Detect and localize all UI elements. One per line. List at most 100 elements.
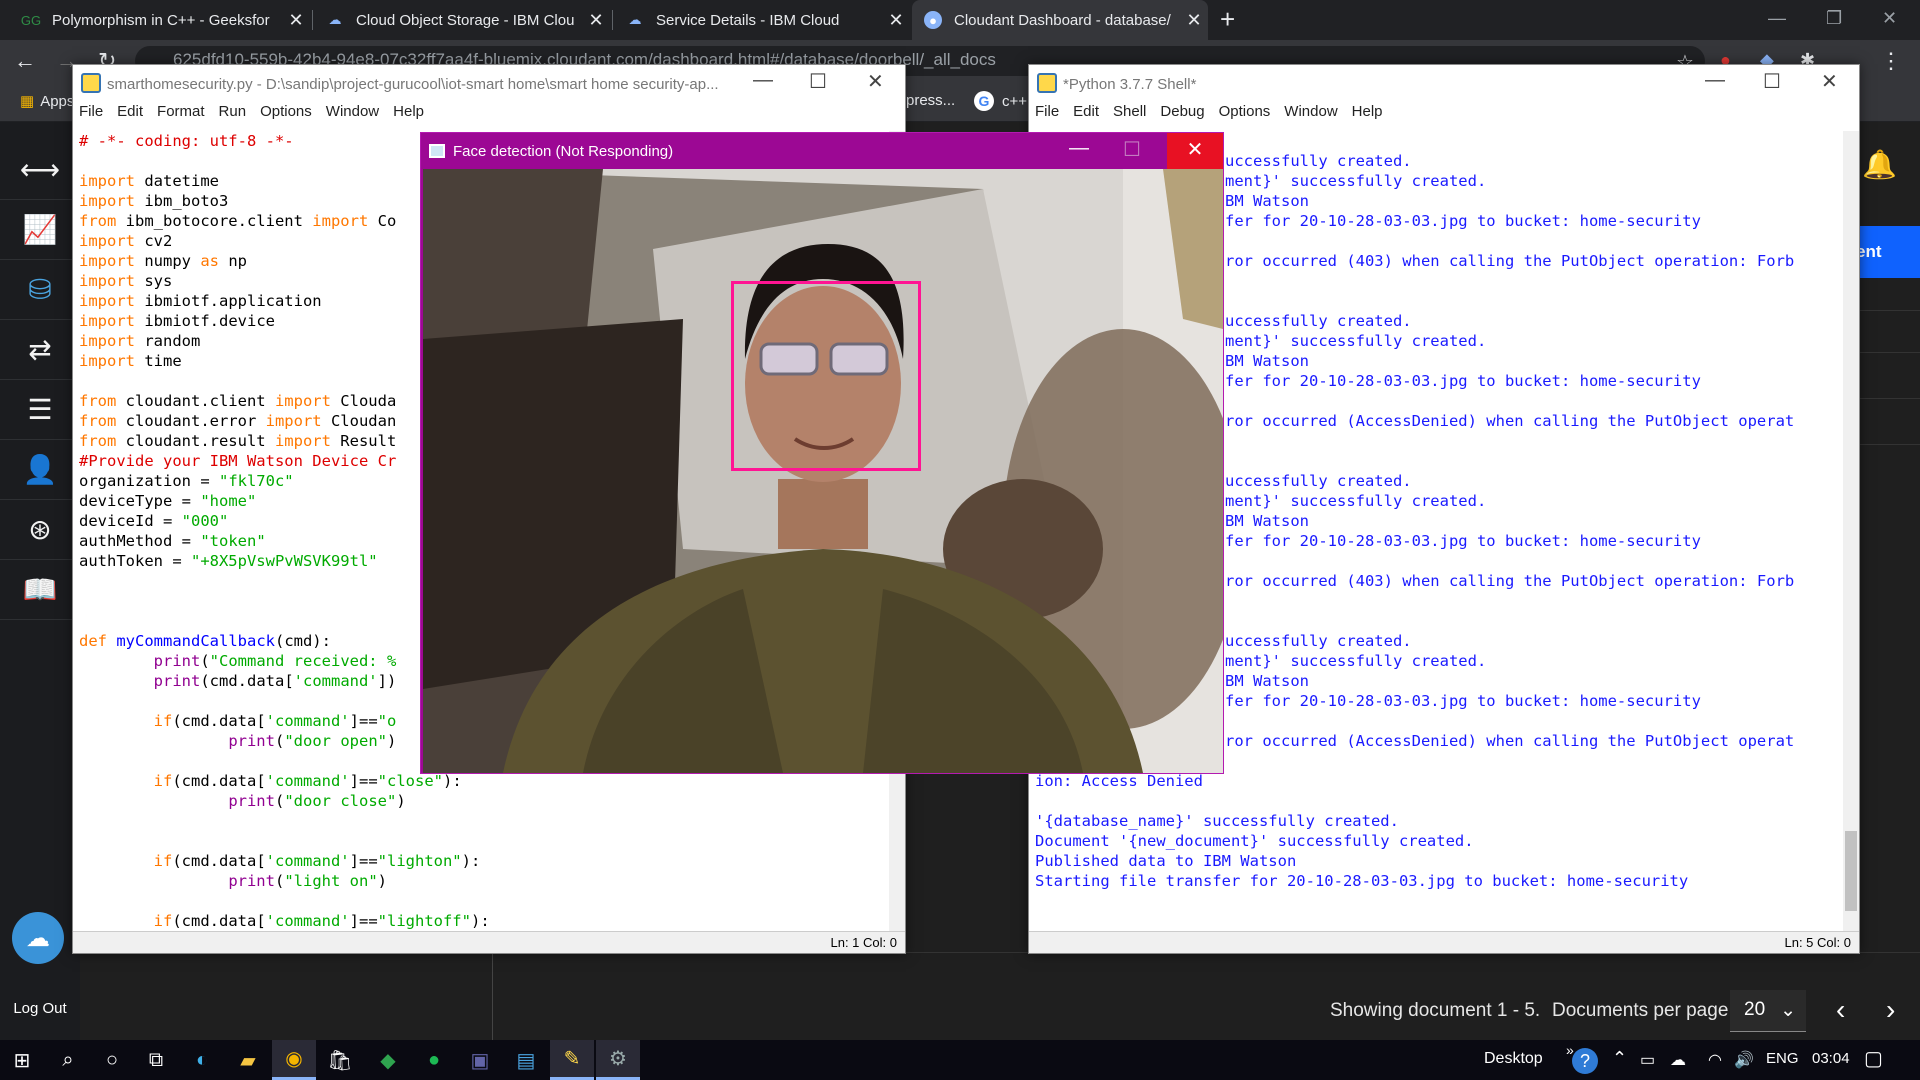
per-page-value: 20 (1744, 999, 1766, 1020)
task-view-icon[interactable]: ⧉ (134, 1040, 178, 1080)
idle-icon[interactable]: ✎ (550, 1040, 594, 1080)
menu-window[interactable]: Window (1284, 103, 1337, 129)
minimize-icon[interactable]: — (753, 69, 773, 92)
sidebar-expand-icon[interactable]: ⟷ (0, 140, 80, 200)
menu-file[interactable]: File (79, 103, 103, 129)
tab-service-details[interactable]: ☁ Service Details - IBM Cloud ✕ (614, 0, 910, 40)
tab-title: Service Details - IBM Cloud (656, 11, 840, 29)
back-icon[interactable]: ← (14, 48, 36, 74)
chevron-up-icon[interactable]: ⌃ (1612, 1048, 1627, 1069)
maximize-icon[interactable]: ☐ (809, 69, 827, 94)
tab-cloudant-dashboard[interactable]: ● Cloudant Dashboard - database/ ✕ (912, 0, 1208, 40)
volume-icon[interactable]: 🔊 (1734, 1050, 1754, 1070)
app-icon[interactable]: ◆ (366, 1040, 410, 1080)
close-tab-icon[interactable]: ✕ (582, 10, 610, 31)
notifications-icon[interactable]: ▢ (1864, 1046, 1883, 1071)
chrome-icon[interactable]: ◉ (272, 1040, 316, 1080)
close-icon[interactable]: ✕ (1821, 69, 1838, 94)
webcam-image (423, 169, 1223, 773)
per-page-select[interactable]: 20 ⌄ (1730, 990, 1806, 1032)
shell-title-bar[interactable]: *Python 3.7.7 Shell* (1029, 65, 1859, 103)
apps-bookmark[interactable]: ▦ Apps (20, 92, 74, 111)
edge-icon[interactable]: ◐ (180, 1040, 224, 1080)
next-page-icon[interactable]: › (1886, 994, 1895, 1026)
python-icon[interactable]: ⚙ (596, 1040, 640, 1080)
clock[interactable]: 03:04 (1812, 1050, 1850, 1067)
app-icon[interactable]: ▤ (504, 1040, 548, 1080)
webcam-frame (423, 169, 1223, 773)
menu-file[interactable]: File (1035, 103, 1059, 129)
editor-title-bar[interactable]: smarthomesecurity.py - D:\sandip\project… (73, 65, 905, 103)
menu-edit[interactable]: Edit (117, 103, 143, 129)
cortana-icon[interactable]: ○ (90, 1040, 134, 1080)
replication-icon[interactable]: ⇄ (0, 320, 80, 380)
language-indicator[interactable]: ENG (1766, 1050, 1799, 1067)
close-icon[interactable]: ✕ (1167, 133, 1223, 169)
editor-status-bar: Ln: 1 Col: 0 (73, 931, 905, 953)
menu-shell[interactable]: Shell (1113, 103, 1146, 129)
bookmark-express[interactable]: press... (906, 92, 955, 109)
minimize-icon[interactable]: — (1768, 8, 1786, 29)
shell-output-tail[interactable]: ion: Access Denied '{database_name}' suc… (1035, 771, 1688, 891)
file-explorer-icon[interactable]: ▰ (226, 1040, 270, 1080)
start-icon[interactable]: ⊞ (0, 1040, 44, 1080)
shell-line: ment}' successfully created. (1225, 332, 1487, 350)
close-tab-icon[interactable]: ✕ (1180, 10, 1208, 31)
cloudant-footer (80, 952, 1920, 1040)
desktop-toolbar-label[interactable]: Desktop (1484, 1050, 1543, 1068)
menu-options[interactable]: Options (260, 103, 312, 129)
previous-page-icon[interactable]: ‹ (1836, 994, 1845, 1026)
tab-geeksforgeeks[interactable]: GG Polymorphism in C++ - Geeksfor ✕ (10, 0, 310, 40)
close-tab-icon[interactable]: ✕ (882, 10, 910, 31)
menu-options[interactable]: Options (1219, 103, 1271, 129)
search-icon[interactable]: ⌕ (46, 1040, 90, 1080)
shell-line: uccessfully created. (1225, 632, 1412, 650)
shell-output-area[interactable]: uccessfully created. ment}' successfully … (1225, 131, 1794, 751)
minimize-icon[interactable]: — (1705, 69, 1725, 92)
shell-line: ror occurred (AccessDenied) when calling… (1225, 732, 1795, 750)
new-tab-icon[interactable]: + (1220, 4, 1235, 35)
shell-line: fer for 20-10-28-03-03.jpg to bucket: ho… (1225, 212, 1701, 230)
battery-icon[interactable]: ▭ (1640, 1050, 1655, 1070)
cloud-sync-icon[interactable]: ☁ (1670, 1050, 1686, 1070)
documentation-icon[interactable]: 📖 (0, 560, 80, 620)
help-icon[interactable]: ? (1572, 1048, 1598, 1074)
close-icon[interactable]: ✕ (867, 69, 884, 94)
menu-icon[interactable]: ⋮ (1880, 48, 1902, 74)
menu-help[interactable]: Help (393, 103, 424, 129)
menu-debug[interactable]: Debug (1160, 103, 1204, 129)
bookmark-cpp[interactable]: Gc++ (974, 91, 1027, 111)
menu-edit[interactable]: Edit (1073, 103, 1099, 129)
menu-format[interactable]: Format (157, 103, 205, 129)
maximize-icon[interactable]: ☐ (1123, 137, 1141, 162)
active-tasks-icon[interactable]: ☰ (0, 380, 80, 440)
menu-window[interactable]: Window (326, 103, 379, 129)
menu-help[interactable]: Help (1352, 103, 1383, 129)
databases-icon[interactable]: ⛁ (0, 260, 80, 320)
maximize-icon[interactable]: ☐ (1763, 69, 1781, 94)
notification-bell-icon[interactable]: 🔔 (1862, 148, 1897, 181)
maximize-icon[interactable]: ❐ (1826, 8, 1842, 29)
support-icon[interactable]: ⊛ (0, 500, 80, 560)
wifi-icon[interactable]: ◠ (1708, 1050, 1722, 1070)
tab-cloud-object-storage[interactable]: ☁ Cloud Object Storage - IBM Clou ✕ (314, 0, 610, 40)
monitoring-icon[interactable]: 📈 (0, 200, 80, 260)
close-tab-icon[interactable]: ✕ (282, 10, 310, 31)
account-icon[interactable]: 👤 (0, 440, 80, 500)
scrollbar-thumb[interactable] (1845, 831, 1857, 911)
python-file-icon (81, 73, 101, 93)
shell-line: ment}' successfully created. (1225, 172, 1487, 190)
shell-scrollbar[interactable] (1843, 131, 1859, 931)
minimize-icon[interactable]: — (1069, 137, 1089, 160)
teams-icon[interactable]: ▣ (458, 1040, 502, 1080)
menu-run[interactable]: Run (219, 103, 247, 129)
close-icon[interactable]: ✕ (1882, 8, 1897, 29)
store-icon[interactable]: 🛍 (318, 1040, 362, 1080)
logout-link[interactable]: Log Out (0, 1000, 80, 1017)
spotify-icon[interactable]: ● (412, 1040, 456, 1080)
face-window-title[interactable]: Face detection (Not Responding) (421, 133, 1223, 169)
